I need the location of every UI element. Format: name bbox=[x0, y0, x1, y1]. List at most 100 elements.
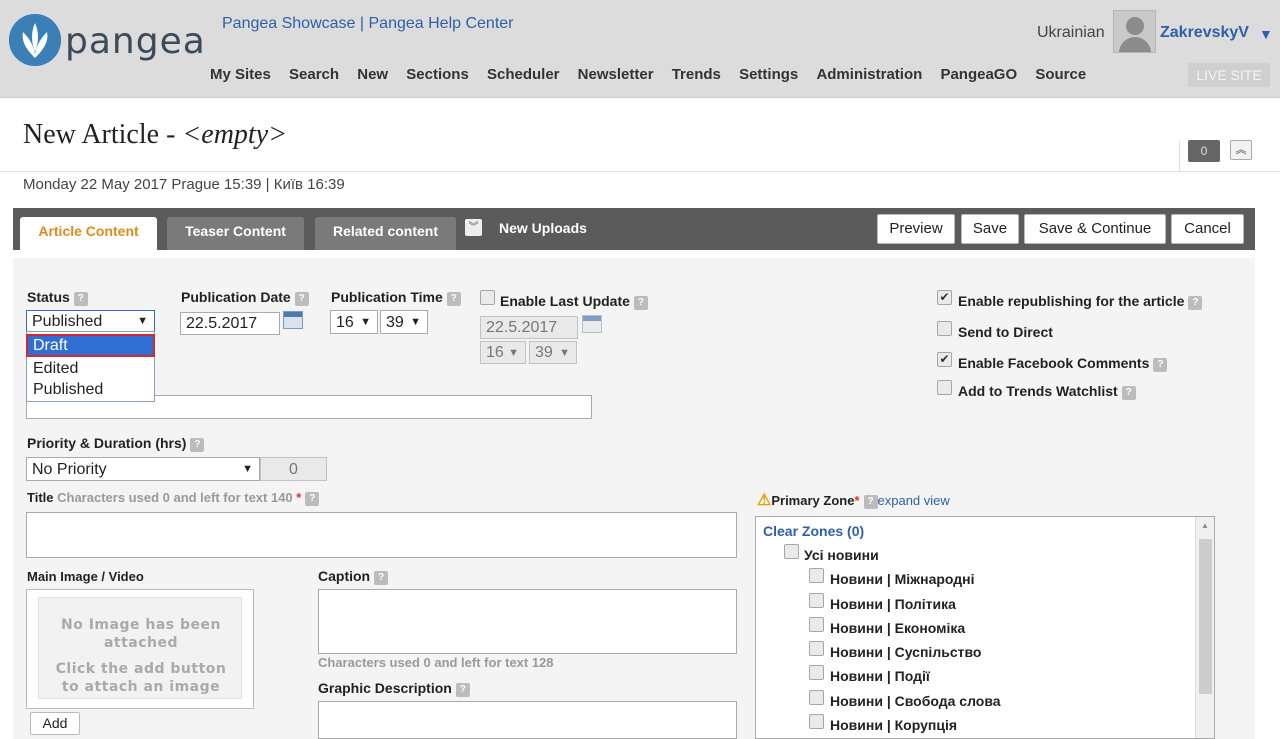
nav-settings[interactable]: Settings bbox=[739, 66, 798, 83]
publication-time-label: Publication Time? bbox=[331, 289, 461, 306]
logo-wordmark: pangea bbox=[65, 21, 206, 62]
status-option-edited[interactable]: Edited bbox=[27, 358, 154, 379]
main-image-box: No Image has been attached Click the add… bbox=[26, 589, 254, 709]
zone-checkbox[interactable] bbox=[809, 665, 824, 680]
zone-checkbox-root[interactable] bbox=[784, 544, 799, 559]
username-link[interactable]: ZakrevskyV bbox=[1160, 24, 1249, 42]
tab-related-content[interactable]: Related content bbox=[315, 217, 456, 250]
duration-input[interactable]: 0 bbox=[260, 457, 327, 481]
zone-checkbox[interactable] bbox=[809, 714, 824, 729]
zone-checkbox[interactable] bbox=[809, 593, 824, 608]
cancel-button[interactable]: Cancel bbox=[1171, 214, 1244, 244]
save-button[interactable]: Save bbox=[961, 214, 1019, 244]
required-mark: * bbox=[854, 493, 860, 508]
status-select[interactable]: Published ▼ bbox=[26, 310, 155, 332]
title-divider bbox=[1179, 141, 1180, 171]
title-label-text: Title bbox=[27, 490, 54, 505]
help-icon[interactable]: ? bbox=[1153, 358, 1168, 372]
zone-checkbox[interactable] bbox=[809, 641, 824, 656]
publication-minute-select[interactable]: 39 ▼ bbox=[380, 310, 428, 334]
calendar-icon[interactable] bbox=[582, 315, 602, 333]
page-title-prefix: New Article - bbox=[23, 119, 183, 150]
nav-source[interactable]: Source bbox=[1035, 66, 1086, 83]
scroll-up-arrow-icon[interactable]: ▲ bbox=[1201, 521, 1209, 530]
nav-administration[interactable]: Administration bbox=[816, 66, 922, 83]
new-uploads-link[interactable]: New Uploads bbox=[499, 220, 587, 236]
nav-newsletter[interactable]: Newsletter bbox=[578, 66, 654, 83]
user-menu-caret-icon[interactable]: ▼ bbox=[1259, 26, 1273, 42]
status-option-draft[interactable]: Draft bbox=[26, 334, 155, 357]
publication-date-input[interactable]: 22.5.2017 bbox=[180, 312, 280, 335]
zone-scrollbar[interactable]: ▲ bbox=[1195, 517, 1214, 738]
minute-caret-icon: ▼ bbox=[559, 347, 570, 359]
primary-zone-label-text: Primary Zone bbox=[771, 493, 855, 508]
pangea-showcase-link[interactable]: Pangea Showcase bbox=[222, 15, 355, 32]
zone-checkbox[interactable] bbox=[809, 690, 824, 705]
expand-view-link[interactable]: expand view bbox=[878, 493, 950, 508]
nav-my-sites[interactable]: My Sites bbox=[210, 66, 271, 83]
zone-checkbox[interactable] bbox=[809, 568, 824, 583]
last-update-minute-select[interactable]: 39 ▼ bbox=[529, 341, 577, 364]
required-mark: * bbox=[296, 490, 302, 505]
top-header: pangea Pangea Showcase | Pangea Help Cen… bbox=[0, 0, 1280, 98]
nav-search[interactable]: Search bbox=[289, 66, 339, 83]
publication-hour-select[interactable]: 16 ▼ bbox=[330, 310, 378, 334]
save-continue-button[interactable]: Save & Continue bbox=[1024, 214, 1166, 244]
help-icon[interactable]: ? bbox=[73, 292, 88, 306]
publication-time-label-text: Publication Time bbox=[331, 289, 443, 305]
clear-zones-link[interactable]: Clear Zones (0) bbox=[763, 523, 864, 539]
trends-watchlist-checkbox[interactable] bbox=[937, 380, 952, 395]
new-uploads-chevron-icon[interactable]: ︾ bbox=[465, 219, 482, 236]
status-dropdown-list: Draft Edited Published bbox=[26, 331, 155, 402]
caption-char-hint: Characters used 0 and left for text 128 bbox=[318, 655, 554, 670]
help-icon[interactable]: ? bbox=[374, 571, 389, 585]
status-label: Status? bbox=[27, 289, 88, 306]
live-site-button[interactable]: LIVE SITE bbox=[1188, 63, 1270, 87]
enable-last-update-checkbox[interactable] bbox=[480, 290, 495, 305]
zone-item-root: Усі новини bbox=[804, 547, 879, 563]
main-image-label: Main Image / Video bbox=[27, 569, 144, 584]
help-icon[interactable]: ? bbox=[1188, 296, 1203, 310]
help-icon[interactable]: ? bbox=[305, 492, 320, 506]
trends-watchlist-label: Add to Trends Watchlist? bbox=[958, 383, 1136, 400]
help-icon[interactable]: ? bbox=[863, 495, 878, 509]
help-icon[interactable]: ? bbox=[446, 292, 461, 306]
help-icon[interactable]: ? bbox=[190, 438, 205, 452]
tab-teaser-content[interactable]: Teaser Content bbox=[167, 217, 304, 250]
help-icon[interactable]: ? bbox=[633, 296, 648, 310]
priority-select[interactable]: No Priority ▼ bbox=[26, 457, 260, 481]
nav-scheduler[interactable]: Scheduler bbox=[487, 66, 560, 83]
nav-trends[interactable]: Trends bbox=[672, 66, 721, 83]
nav-pangeago[interactable]: PangeaGO bbox=[940, 66, 1017, 83]
graphic-description-textarea[interactable] bbox=[318, 701, 737, 739]
last-update-date-input[interactable]: 22.5.2017 bbox=[480, 316, 578, 339]
help-icon[interactable]: ? bbox=[294, 292, 309, 306]
pangea-help-center-link[interactable]: Pangea Help Center bbox=[369, 15, 514, 32]
collapse-up-icon[interactable]: ︽ bbox=[1230, 140, 1252, 160]
help-icon[interactable]: ? bbox=[455, 683, 470, 697]
facebook-comments-label-text: Enable Facebook Comments bbox=[958, 355, 1150, 371]
language-selector[interactable]: Ukrainian bbox=[1037, 24, 1105, 42]
user-avatar[interactable] bbox=[1113, 10, 1156, 53]
facebook-comments-checkbox[interactable]: ✔ bbox=[937, 352, 952, 367]
calendar-icon[interactable] bbox=[283, 311, 303, 329]
title-textarea[interactable] bbox=[26, 512, 737, 558]
status-option-published[interactable]: Published bbox=[27, 379, 154, 400]
tab-article-content[interactable]: Article Content bbox=[20, 217, 157, 250]
nav-sections[interactable]: Sections bbox=[406, 66, 469, 83]
last-update-hour-select[interactable]: 16 ▼ bbox=[480, 341, 526, 364]
top-links: Pangea Showcase | Pangea Help Center bbox=[222, 15, 513, 33]
zone-scroll-thumb[interactable] bbox=[1199, 539, 1212, 694]
nav-new[interactable]: New bbox=[357, 66, 388, 83]
minute-caret-icon: ▼ bbox=[410, 316, 421, 328]
add-image-button[interactable]: Add bbox=[30, 712, 80, 735]
help-icon[interactable]: ? bbox=[1121, 386, 1136, 400]
send-to-direct-checkbox[interactable] bbox=[937, 321, 952, 336]
no-image-text: No Image has been attached bbox=[61, 617, 221, 651]
zone-checkbox[interactable] bbox=[809, 617, 824, 632]
pangea-logo[interactable]: pangea bbox=[9, 14, 205, 70]
preview-button[interactable]: Preview bbox=[877, 214, 955, 244]
caption-textarea[interactable] bbox=[318, 589, 737, 654]
republishing-checkbox[interactable]: ✔ bbox=[937, 290, 952, 305]
enable-last-update-label-text: Enable Last Update bbox=[500, 293, 630, 309]
